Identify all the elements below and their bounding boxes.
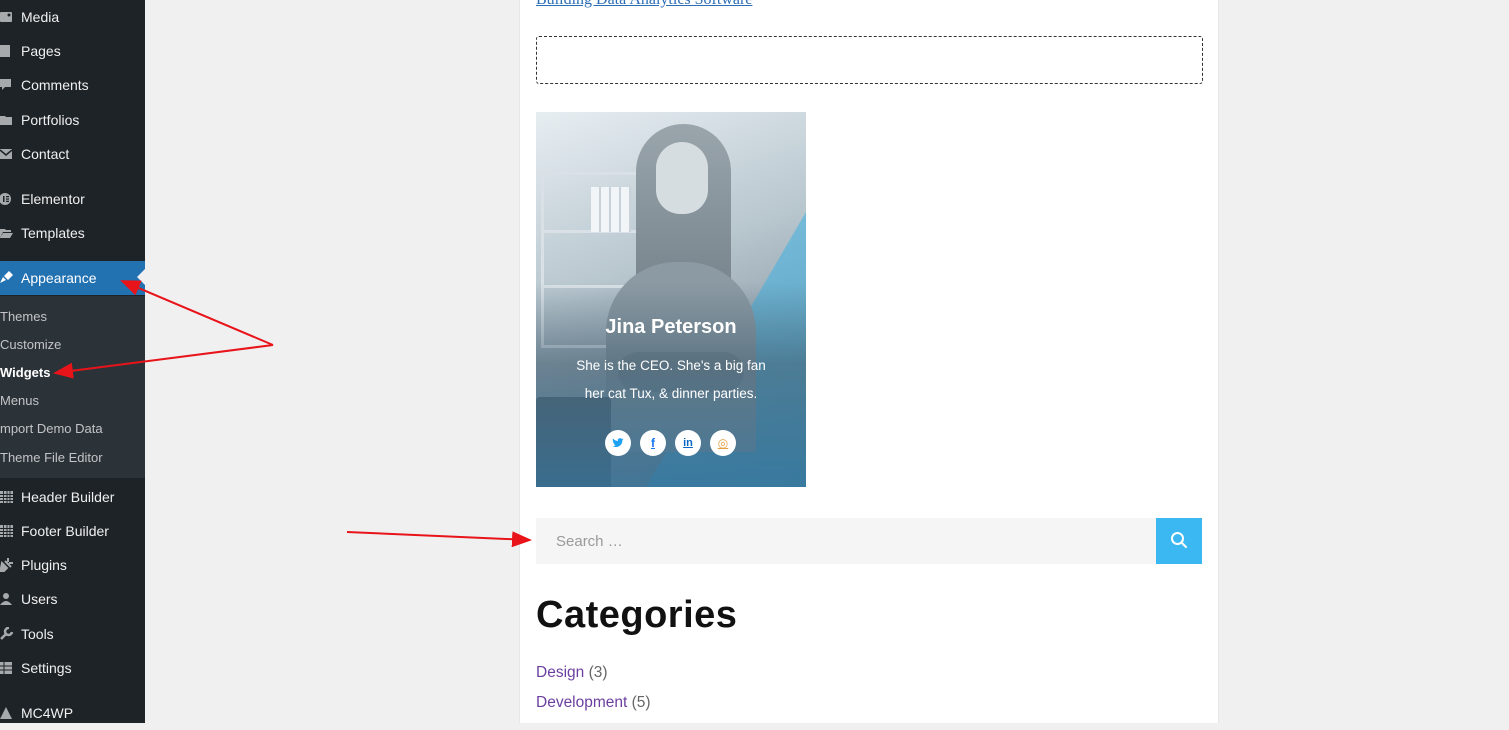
- submenu-item-theme-file-editor[interactable]: Theme File Editor: [0, 446, 103, 470]
- binders-image: [591, 187, 631, 232]
- appearance-submenu: Themes Customize Widgets Menus mport Dem…: [0, 296, 145, 478]
- search-form: [536, 518, 1202, 564]
- search-icon: [1170, 531, 1188, 552]
- submenu-item-themes[interactable]: Themes: [0, 305, 47, 329]
- mail-icon: [0, 137, 14, 171]
- folder-open-icon: [0, 216, 14, 250]
- menu-item-label: Contact: [21, 146, 70, 162]
- menu-item-label: Footer Builder: [21, 523, 109, 539]
- menu-item-label: Tools: [21, 626, 54, 642]
- folder-icon: [0, 103, 14, 137]
- admin-sidebar: Media Pages Comments Portfolios Contact …: [0, 0, 145, 723]
- submenu-item-customize[interactable]: Customize: [0, 333, 61, 357]
- menu-item-label: MC4WP: [21, 705, 74, 721]
- annotation-arrow-search: [346, 531, 532, 548]
- menu-item-label: Media: [21, 9, 60, 25]
- menu-item-mc4wp[interactable]: MC4WP: [0, 696, 145, 730]
- menu-item-label: Comments: [21, 77, 89, 93]
- widget-preview-column: Building Data Analytics Software Jina Pe…: [519, 0, 1219, 723]
- menu-item-label: Templates: [21, 225, 85, 241]
- category-link-design[interactable]: Design: [536, 664, 584, 681]
- menu-item-media[interactable]: Media: [0, 0, 145, 34]
- category-item: Design (3): [536, 664, 608, 682]
- media-icon: [0, 0, 14, 34]
- comments-icon: [0, 68, 14, 102]
- profile-bio: She is the CEO. She's a big fan her cat …: [576, 358, 766, 401]
- menu-item-footer-builder[interactable]: Footer Builder: [0, 514, 145, 548]
- menu-item-header-builder[interactable]: Header Builder: [0, 480, 145, 514]
- menu-item-users[interactable]: Users: [0, 582, 145, 616]
- settings-icon: [0, 651, 14, 685]
- menu-item-plugins[interactable]: Plugins: [0, 548, 145, 582]
- menu-item-pages[interactable]: Pages: [0, 34, 145, 68]
- plug-icon: [0, 548, 14, 582]
- grid-icon: [0, 514, 14, 548]
- menu-item-label: Elementor: [21, 191, 85, 207]
- mc4wp-icon: [0, 696, 14, 730]
- submenu-item-import-demo-data[interactable]: mport Demo Data: [0, 417, 103, 441]
- menu-item-settings[interactable]: Settings: [0, 651, 145, 685]
- search-input[interactable]: [536, 518, 1156, 564]
- category-count: (5): [631, 694, 651, 711]
- search-button[interactable]: [1156, 518, 1202, 564]
- category-link-development[interactable]: Development: [536, 694, 627, 711]
- menu-item-portfolios[interactable]: Portfolios: [0, 103, 145, 137]
- paintbrush-icon: [0, 261, 14, 295]
- menu-item-comments[interactable]: Comments: [0, 68, 145, 102]
- wrench-icon: [0, 617, 14, 651]
- post-link[interactable]: Building Data Analytics Software: [536, 0, 752, 9]
- submenu-item-widgets[interactable]: Widgets: [0, 361, 50, 385]
- menu-item-label: Plugins: [21, 557, 67, 573]
- menu-item-templates[interactable]: Templates: [0, 216, 145, 250]
- menu-item-label: Header Builder: [21, 489, 115, 505]
- profile-card: Jina Peterson She is the CEO. She's a bi…: [536, 112, 806, 487]
- instagram-icon[interactable]: ◎: [710, 430, 736, 456]
- profile-name: Jina Peterson: [605, 316, 737, 338]
- menu-item-label: Pages: [21, 43, 61, 59]
- pages-icon: [0, 34, 14, 68]
- menu-item-appearance[interactable]: Appearance: [0, 261, 145, 295]
- menu-item-label: Appearance: [21, 270, 97, 286]
- menu-item-tools[interactable]: Tools: [0, 617, 145, 651]
- twitter-icon[interactable]: [605, 430, 631, 456]
- elementor-icon: [0, 182, 14, 216]
- menu-item-label: Users: [21, 591, 58, 607]
- user-icon: [0, 582, 14, 616]
- category-count: (3): [588, 664, 608, 681]
- linkedin-icon[interactable]: in: [675, 430, 701, 456]
- menu-item-label: Portfolios: [21, 112, 80, 128]
- portrait-face: [656, 142, 708, 214]
- category-item: Development (5): [536, 694, 651, 712]
- facebook-icon[interactable]: f: [640, 430, 666, 456]
- grid-icon: [0, 480, 14, 514]
- menu-item-elementor[interactable]: Elementor: [0, 182, 145, 216]
- categories-heading: Categories: [536, 594, 738, 636]
- submenu-item-menus[interactable]: Menus: [0, 389, 39, 413]
- empty-widget-area: [536, 36, 1203, 84]
- menu-item-contact[interactable]: Contact: [0, 137, 145, 171]
- menu-item-label: Settings: [21, 660, 72, 676]
- current-menu-pointer: [137, 269, 145, 285]
